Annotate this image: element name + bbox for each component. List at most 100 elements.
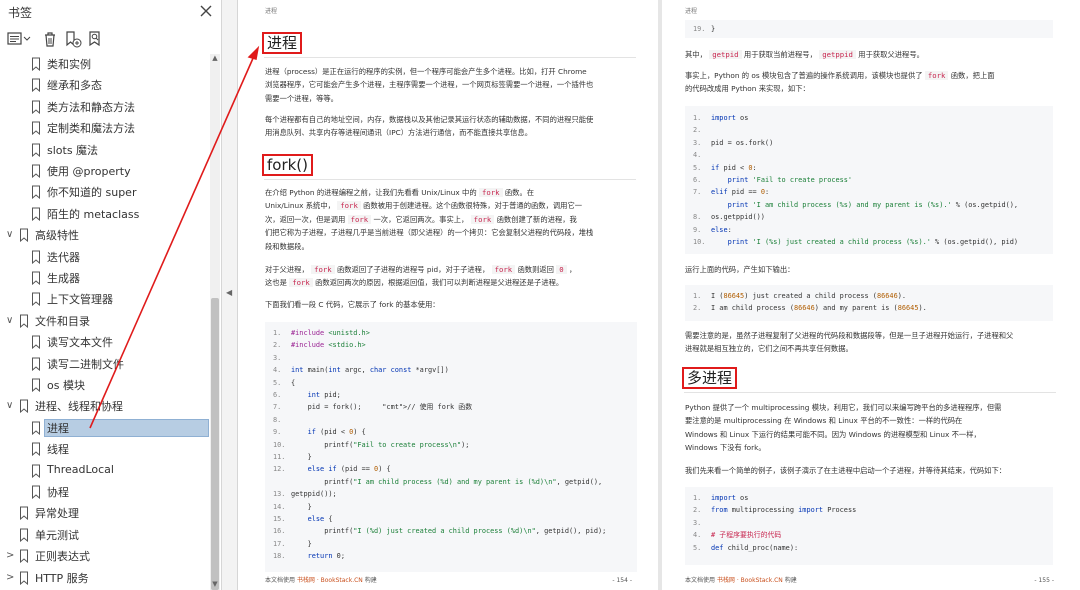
text-segment: 这也是 <box>265 278 290 288</box>
collapse-caret-icon[interactable]: > <box>6 549 16 563</box>
paragraph-getpid: 其中， getpid 用于获取当前进程号， getppid 用于获取父进程号。 <box>685 48 1057 61</box>
bookmark-label: 文件和目录 <box>35 314 90 328</box>
scrollbar-thumb[interactable] <box>211 298 219 590</box>
expand-caret-icon[interactable]: ∨ <box>6 314 16 328</box>
bookmark-item[interactable]: os 模块 <box>0 375 210 395</box>
expand-caret-icon[interactable]: ∨ <box>6 228 16 242</box>
page-155: 进程 19.} 其中， getpid 用于获取当前进程号， getppid 用于… <box>662 0 1080 590</box>
page-154: 进程 进程 进程（process）是正在运行的程序的实例，但一个程序可能会产生多… <box>238 0 658 590</box>
text-segment: 函数创建了新的进程，我 <box>494 214 577 224</box>
code-text: # 子程序要执行的代码 <box>711 531 782 540</box>
text-segment: 用于获取父进程号。 <box>855 50 924 59</box>
code-text: getppid()); <box>291 490 337 499</box>
text-line: 需要注意的是，虽然子进程复制了父进程的代码段和数据段等，但是一旦子进程开始运行，… <box>685 331 1014 340</box>
bookmark-item[interactable]: 生成器 <box>0 268 210 288</box>
text-segment: 函数。在 <box>502 188 535 197</box>
bookmark-item[interactable]: 单元测试 <box>0 525 210 545</box>
bookmark-item[interactable]: 线程 <box>0 439 210 459</box>
add-bookmark-icon[interactable] <box>64 30 82 48</box>
text-segment: 次，返回一次，但是调用 <box>265 214 348 224</box>
code-text: else if (pid == 0) { <box>307 465 391 474</box>
delete-bookmark-icon[interactable] <box>41 30 59 48</box>
collapse-panel-icon[interactable]: ◀ <box>226 288 232 297</box>
bookmark-item[interactable]: ∨ 高级特性 <box>0 225 210 245</box>
bookmark-item[interactable]: slots 魔法 <box>0 140 210 160</box>
text-line: 浏览器程序，它可能会产生多个进程，主程序需要一个进程，一个网页标签需要一个进程，… <box>265 80 594 90</box>
bookmark-item[interactable]: 你不知道的 super <box>0 182 210 202</box>
line-number: 2. <box>693 304 702 313</box>
footer-brand: 书栈网 · BookStack.CN <box>716 577 783 584</box>
bookmark-label: 生成器 <box>47 272 80 285</box>
bookmark-item[interactable]: 读写二进制文件 <box>0 354 210 374</box>
code-line: 3. <box>693 517 711 529</box>
code-line: 4. <box>693 149 711 161</box>
section-title-fork: fork() <box>262 154 314 176</box>
outline-menu-icon[interactable] <box>6 30 32 48</box>
bookmark-item[interactable]: ∨ 进程、线程和协程 <box>0 396 210 416</box>
bookmark-label: slots 魔法 <box>47 143 99 157</box>
bookmark-item[interactable]: 类方法和静态方法 <box>0 97 210 117</box>
code-text: int main(int argc, char const *argv[]) <box>291 366 449 375</box>
code-text: { <box>291 378 296 387</box>
line-number: 7. <box>273 403 282 412</box>
line-number: 17. <box>273 539 286 548</box>
page-footer: 本文档使用 书栈网 · BookStack.CN 构建 <box>265 575 377 584</box>
bookmark-icon <box>32 421 40 435</box>
bookmark-item[interactable]: 读写文本文件 <box>0 332 210 352</box>
line-number: 12. <box>273 465 286 474</box>
bookmark-icon <box>32 57 40 71</box>
paragraph-fork-return: 对于父进程， fork 函数返回了子进程的进程号 pid，对于子进程， fork… <box>265 263 637 290</box>
line-number: 11. <box>273 453 286 461</box>
bookmark-item[interactable]: 迭代器 <box>0 247 210 267</box>
panel-splitter[interactable]: ◀ <box>222 0 238 590</box>
bookmark-icon <box>32 357 40 371</box>
bookmark-item[interactable]: 使用 @property <box>0 161 210 181</box>
bookmark-item[interactable]: > 正则表达式 <box>0 546 210 566</box>
bookmark-item[interactable]: 协程 <box>0 482 210 502</box>
scroll-down-icon[interactable]: ▼ <box>210 580 220 590</box>
text-line: 这也是 fork 函数返回两次的原因，根据返回值，我们可以判断进程是父进程还是子… <box>265 276 637 289</box>
code-text: if pid < 0: <box>711 163 757 172</box>
code-text: printf("I (%d) just created a child proc… <box>291 527 607 536</box>
text-segment: 用于获取当前进程号， <box>741 50 820 59</box>
bookmark-item[interactable]: 继承和多态 <box>0 75 210 95</box>
bookmark-item[interactable]: 类和实例 <box>0 54 210 74</box>
paragraph-c-code-intro: 下面我们看一段 C 代码，它展示了 fork 的基本使用： <box>265 300 440 309</box>
text-line: 用消息队列、共享内存等进程间通讯（IPC）方法进行通信，而不能直接共享信息。 <box>265 128 533 138</box>
code-block-multiprocessing: 1. import os 2. from multiprocessing import… <box>685 487 1053 565</box>
text-line: 对于父进程， fork 函数返回了子进程的进程号 pid，对于子进程， fork… <box>265 263 637 276</box>
bookmark-item[interactable]: ∨ 文件和目录 <box>0 311 210 331</box>
bookmark-icon <box>32 485 40 499</box>
bookmark-item[interactable]: 上下文管理器 <box>0 289 210 309</box>
text-segment: ， <box>566 265 577 274</box>
code-line: 5. def child_proc(name): <box>693 542 798 554</box>
scroll-up-icon[interactable]: ▲ <box>210 54 220 64</box>
find-bookmark-icon[interactable] <box>87 30 105 48</box>
bookmark-toolbar <box>0 26 222 52</box>
bookmark-item[interactable]: 进程 <box>0 418 210 438</box>
bookmark-item[interactable]: 陌生的 metaclass <box>0 204 210 224</box>
footer-text: 本文档使用 <box>265 577 297 584</box>
expand-caret-icon[interactable]: ∨ <box>6 399 16 413</box>
bookmark-icon <box>32 143 40 157</box>
bookmark-item[interactable]: ThreadLocal <box>0 461 210 481</box>
text-line: 段和数据段。 <box>265 240 637 253</box>
text-segment: 的代码改成用 Python 来实现，如下： <box>685 84 810 94</box>
bookmark-icon <box>32 378 40 392</box>
close-icon[interactable] <box>198 3 214 19</box>
line-number: 1. <box>693 494 702 502</box>
bookmark-scrollbar[interactable]: ▲ ▼ <box>210 54 220 590</box>
inline-code: fork <box>289 278 313 288</box>
text-segment: 们把它称为子进程，子进程几乎是当前进程（即父进程）的一个拷贝：它会复制父进程的代… <box>265 228 594 238</box>
bookmark-icon <box>32 442 40 457</box>
line-number: 8. <box>273 415 282 424</box>
code-line: print 'I am child process (%s) and my pa… <box>693 199 1018 211</box>
bookmark-item[interactable]: 定制类和魔法方法 <box>0 118 210 138</box>
code-line: 9. else: <box>693 224 732 236</box>
collapse-caret-icon[interactable]: > <box>6 571 16 585</box>
code-line: 7. elif pid == 0: <box>693 186 769 198</box>
inline-code: fork <box>478 188 503 197</box>
bookmark-item[interactable]: > HTTP 服务 <box>0 568 210 588</box>
line-number: 8. <box>693 213 702 222</box>
bookmark-item[interactable]: 异常处理 <box>0 503 210 523</box>
